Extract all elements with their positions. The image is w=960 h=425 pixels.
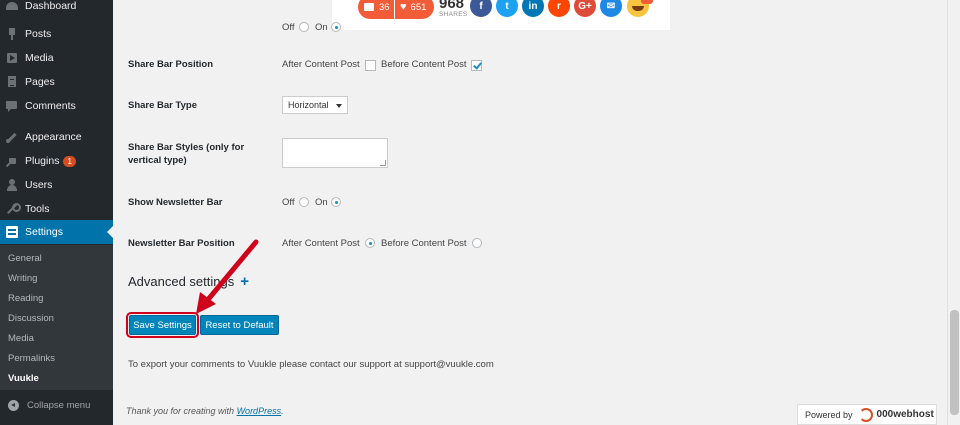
settings-content: 36 ♥ 651 968 SHARES f t in r G+ ✉ Off On Shar… <box>113 0 947 425</box>
submenu-item-reading[interactable]: Reading <box>8 293 43 304</box>
comments-icon <box>6 100 18 112</box>
share-bar-before-label: Before Content Post <box>381 59 467 70</box>
user-icon <box>6 179 18 191</box>
collapse-menu-button[interactable]: Collapse menu <box>0 396 113 414</box>
footer-suffix: . <box>281 406 284 416</box>
sidebar-item-label: Comments <box>25 100 76 112</box>
update-count-badge: 1 <box>63 155 76 167</box>
page-scrollbar[interactable] <box>947 0 960 425</box>
sidebar-item-label: Plugins <box>25 155 60 167</box>
powered-by-brand: 000webhost <box>876 409 934 420</box>
newsletter-after-radio[interactable] <box>365 238 375 248</box>
submenu-item-discussion[interactable]: Discussion <box>8 313 54 324</box>
show-newsletter-label: Show Newsletter Bar <box>128 197 223 208</box>
like-count-pill[interactable]: ♥ 651 <box>395 0 434 19</box>
sidebar-item-dashboard[interactable]: Dashboard <box>0 0 113 18</box>
newsletter-off-label: Off <box>282 197 295 208</box>
heart-icon: ♥ <box>400 1 407 13</box>
sidebar-item-label: Users <box>25 179 53 191</box>
sidebar-item-posts[interactable]: Posts <box>0 22 113 46</box>
newsletter-on-radio[interactable] <box>331 197 341 207</box>
sidebar-item-pages[interactable]: Pages <box>0 70 113 94</box>
share-bar-after-label: After Content Post <box>282 59 360 70</box>
plug-icon <box>6 155 18 167</box>
settings-icon <box>6 226 18 238</box>
wordpress-link[interactable]: WordPress <box>237 406 282 416</box>
submenu-item-writing[interactable]: Writing <box>8 273 37 284</box>
share-bar-styles-label-line1: Share Bar Styles (only for <box>128 142 245 153</box>
sidebar-item-label: Posts <box>25 28 52 40</box>
share-bar-after-checkbox[interactable] <box>365 60 376 71</box>
powered-by-label: Powered by <box>805 409 853 420</box>
share-bar-styles-label-line2: vertical type) <box>128 155 187 166</box>
sidebar-item-appearance[interactable]: Appearance <box>0 125 113 149</box>
sidebar-item-label: Appearance <box>25 131 82 143</box>
comment-icon <box>364 3 374 11</box>
sidebar-item-label: Pages <box>25 76 55 88</box>
sidebar-item-users[interactable]: Users <box>0 173 113 197</box>
annotation-arrow <box>196 239 259 314</box>
comment-count: 36 <box>379 1 390 13</box>
share-bar-type-select[interactable]: Horizontal <box>282 96 348 114</box>
powered-by-badge[interactable]: Powered by 000webhost <box>797 404 937 425</box>
collapse-menu-label: Collapse menu <box>27 399 91 411</box>
top-off-radio[interactable] <box>299 22 309 32</box>
pin-icon <box>6 28 18 40</box>
save-settings-button[interactable]: Save Settings <box>126 312 199 338</box>
sidebar-item-plugins[interactable]: Plugins 1 <box>0 149 113 173</box>
collapse-arrow-icon <box>8 399 19 411</box>
submenu-item-general[interactable]: General <box>8 253 42 264</box>
submenu-item-media[interactable]: Media <box>8 333 34 344</box>
share-bar-type-value: Horizontal <box>288 100 329 110</box>
share-bar-position-label: Share Bar Position <box>128 59 213 70</box>
submenu-item-permalinks[interactable]: Permalinks <box>8 353 55 364</box>
pages-icon <box>6 76 18 88</box>
newsletter-off-radio[interactable] <box>299 197 309 207</box>
top-off-label: Off <box>282 22 295 33</box>
submenu-item-vuukle[interactable]: Vuukle <box>8 373 39 384</box>
media-icon <box>6 52 18 64</box>
share-bar-before-checkbox[interactable] <box>471 60 482 71</box>
share-bar-styles-textarea[interactable] <box>282 138 388 168</box>
sidebar-item-media[interactable]: Media <box>0 46 113 70</box>
footer-prefix: Thank you for creating with <box>126 406 237 416</box>
webhost-logo-icon <box>858 407 873 422</box>
like-count: 651 <box>410 1 427 13</box>
sidebar-item-label: Media <box>25 52 54 64</box>
newsletter-before-label: Before Content Post <box>381 238 467 249</box>
chevron-down-icon <box>336 104 342 108</box>
comment-count-pill[interactable]: 36 <box>358 0 394 19</box>
sidebar-item-label: Tools <box>25 203 50 215</box>
scrollbar-thumb[interactable] <box>950 310 959 415</box>
newsletter-after-label: After Content Post <box>282 238 360 249</box>
export-info-text: To export your comments to Vuukle please… <box>128 359 494 370</box>
paintbrush-icon <box>6 131 18 143</box>
sidebar-item-tools[interactable]: Tools <box>0 197 113 221</box>
admin-sidebar: Dashboard Posts Media Pages Comments App… <box>0 0 113 425</box>
dashboard-icon <box>6 0 18 12</box>
sidebar-item-label: Dashboard <box>25 0 77 12</box>
emoji-badge <box>641 0 653 4</box>
newsletter-before-radio[interactable] <box>472 238 482 248</box>
top-on-radio[interactable] <box>331 22 341 32</box>
settings-submenu: General Writing Reading Discussion Media… <box>0 245 113 390</box>
wrench-icon <box>6 203 21 215</box>
reset-to-default-button[interactable]: Reset to Default <box>200 315 279 335</box>
top-on-label: On <box>315 22 328 33</box>
admin-footer-text: Thank you for creating with WordPress. <box>126 406 284 416</box>
newsletter-on-label: On <box>315 197 328 208</box>
sidebar-item-comments[interactable]: Comments <box>0 94 113 118</box>
share-bar-type-label: Share Bar Type <box>128 100 197 111</box>
share-count-label: SHARES <box>439 11 468 18</box>
sidebar-item-label: Settings <box>25 226 63 238</box>
sidebar-item-settings[interactable]: Settings <box>0 220 113 244</box>
